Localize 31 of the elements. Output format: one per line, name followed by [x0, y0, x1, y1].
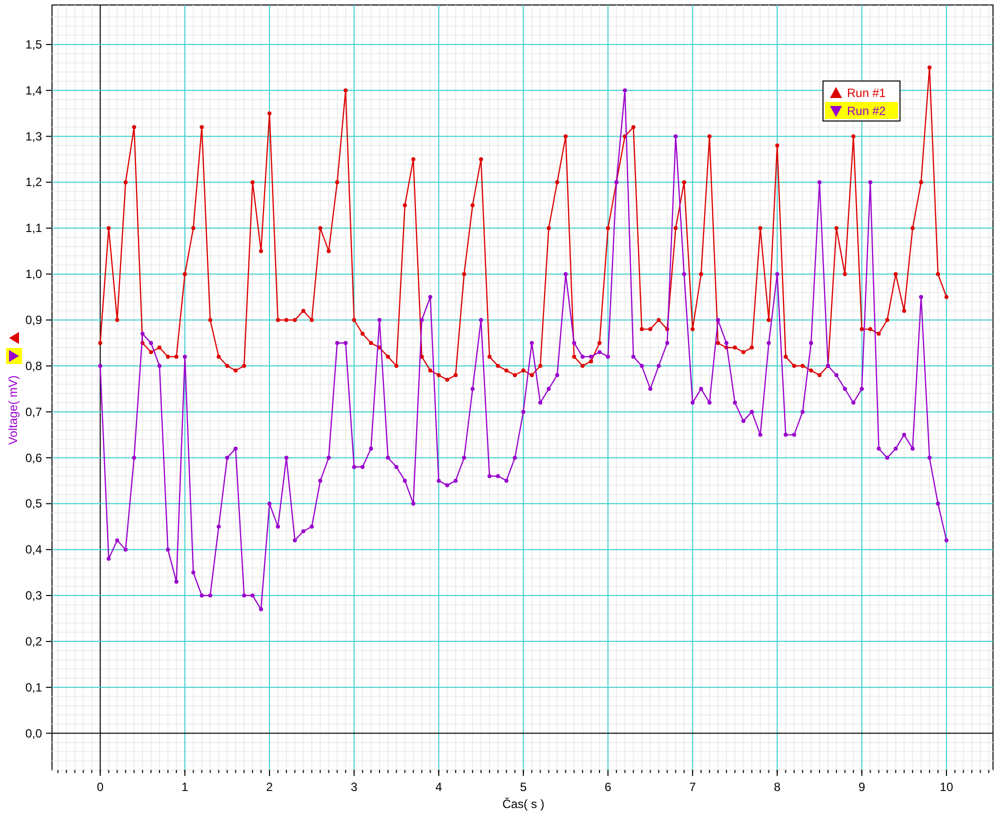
legend-label[interactable]: Run #2	[847, 104, 886, 118]
y-tick-label: 1,2	[25, 175, 42, 190]
x-tick-label: 8	[774, 780, 781, 794]
x-tick-label: 3	[350, 780, 358, 794]
y-tick-label: 1,0	[25, 267, 42, 282]
y-tick-label: 1,1	[25, 221, 42, 236]
x-tick-label: 4	[435, 780, 442, 794]
x-tick-label: 0	[96, 780, 104, 794]
y-tick-label: 1,3	[25, 129, 42, 144]
y-tick-label: 0,6	[25, 450, 42, 465]
x-tick-label: 6	[604, 780, 612, 794]
x-tick-label: 5	[520, 780, 527, 794]
y-tick-label: 0,3	[25, 588, 42, 602]
y-axis-title: Voltage( mV)	[6, 375, 20, 445]
x-tick-label: 1	[182, 780, 188, 794]
y-tick-label: 0,4	[25, 542, 42, 557]
y-tick-label: 0,8	[25, 358, 42, 373]
x-tick-label: 9	[858, 780, 866, 794]
x-tick-label: 2	[266, 780, 273, 794]
y-tick-label: 0,7	[25, 404, 42, 419]
y-tick-label: 0,0	[25, 726, 42, 740]
y-tick-label: 0,2	[25, 634, 42, 648]
y-tick-label: 1,4	[25, 83, 42, 98]
x-tick-label: 10	[940, 780, 954, 794]
y-tick-label: 0,1	[25, 680, 42, 694]
y-tick-label: 0,5	[25, 496, 42, 511]
x-axis-title: Čas( s )	[502, 797, 544, 811]
legend-label[interactable]: Run #1	[847, 86, 886, 100]
y-tick-label: 1,5	[25, 38, 42, 52]
x-tick-label: 7	[689, 780, 696, 794]
y-tick-label: 0,9	[25, 313, 42, 327]
